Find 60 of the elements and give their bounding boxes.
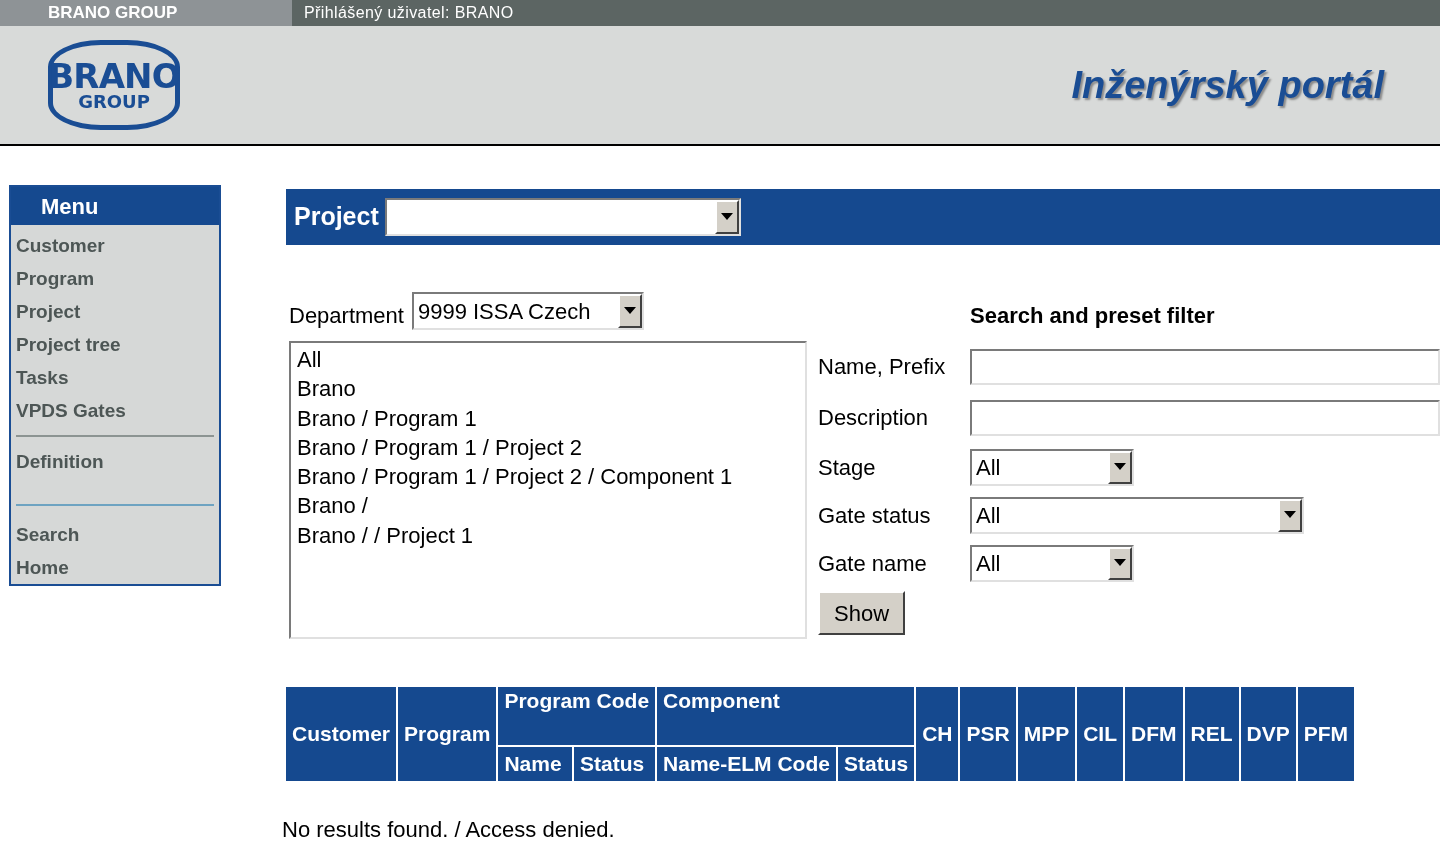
- results-message: No results found. / Access denied.: [282, 816, 616, 844]
- dropdown-arrow-icon: [1114, 559, 1126, 567]
- filter-dropdown[interactable]: All: [970, 448, 1134, 486]
- list-option[interactable]: Brano / Program 1 / Project 2 / Component 1: [297, 462, 733, 492]
- column-header: PSR: [960, 687, 1016, 781]
- field-label: Name, Prefix: [818, 353, 947, 381]
- column-header: PFM: [1297, 687, 1355, 781]
- field-label: Description: [818, 404, 930, 432]
- list-option[interactable]: Brano /: [297, 491, 368, 521]
- project-listbox[interactable]: All Brano Brano / Program 1 Brano / Program 1 / Project 2 Brano / Program 1 / Project 2 / Component 1 Brano / Brano / / Project 1: [289, 341, 807, 639]
- column-header: Name-ELM Code: [657, 747, 836, 781]
- department-dropdown[interactable]: 9999 ISSA Czech: [411, 292, 644, 330]
- column-header: MPP: [1017, 687, 1076, 781]
- column-header: Program Code: [498, 687, 656, 745]
- filter-dropdown[interactable]: All: [970, 496, 1304, 534]
- show-button[interactable]: Show: [818, 591, 906, 635]
- column-header: CH: [916, 687, 959, 781]
- list-option[interactable]: All: [297, 345, 322, 375]
- column-header: Status: [574, 747, 656, 781]
- list-option[interactable]: Brano: [297, 374, 356, 404]
- menu-item[interactable]: Project: [16, 295, 214, 328]
- menu-item[interactable]: Customer: [16, 229, 214, 262]
- field-label: Gate status: [818, 501, 932, 530]
- portal-title: Inženýrský portál: [1071, 62, 1384, 108]
- menu-item[interactable]: VPDS Gates: [16, 394, 214, 427]
- menu-item[interactable]: Definition: [16, 445, 214, 478]
- column-header: Program: [398, 687, 497, 781]
- text-field[interactable]: [970, 348, 1440, 385]
- column-header: Customer: [286, 687, 397, 781]
- field-label: Gate name: [818, 549, 928, 578]
- menu-item[interactable]: Program: [16, 262, 214, 295]
- dropdown-arrow-icon: [1114, 463, 1126, 471]
- column-header: CIL: [1077, 687, 1123, 781]
- list-option[interactable]: Brano / Program 1: [297, 403, 477, 433]
- text-field[interactable]: [970, 399, 1440, 436]
- field-label: Stage: [818, 453, 877, 482]
- logged-user-text: Přihlášený uživatel: BRANO: [304, 3, 514, 23]
- menu-title: Menu: [41, 192, 99, 221]
- column-header: DFM: [1125, 687, 1183, 781]
- dropdown-arrow-icon: [720, 213, 733, 221]
- project-label: Project: [294, 201, 379, 233]
- menu-item[interactable]: Project tree: [16, 328, 214, 361]
- list-option[interactable]: Brano / Program 1 / Project 2: [297, 432, 582, 463]
- dropdown-arrow-icon: [1284, 511, 1296, 519]
- column-header: DVP: [1240, 687, 1296, 781]
- menu-item[interactable]: Search: [16, 518, 214, 551]
- column-header: Status: [837, 747, 915, 781]
- column-header: REL: [1184, 687, 1239, 781]
- department-label: Department: [289, 301, 404, 330]
- logo-text: GROUP: [78, 93, 150, 111]
- filter-dropdown[interactable]: All: [970, 544, 1134, 582]
- filter-title: Search and preset filter: [970, 301, 1215, 330]
- column-header: Component: [657, 687, 915, 745]
- project-dropdown[interactable]: [384, 198, 741, 236]
- dropdown-arrow-icon: [623, 307, 636, 315]
- menu-item[interactable]: Home: [16, 551, 214, 584]
- menu-item[interactable]: Tasks: [16, 361, 214, 394]
- brand-name: BRANO GROUP: [48, 2, 178, 25]
- column-header: Name: [498, 747, 572, 781]
- list-option[interactable]: Brano / / Project 1: [297, 520, 474, 551]
